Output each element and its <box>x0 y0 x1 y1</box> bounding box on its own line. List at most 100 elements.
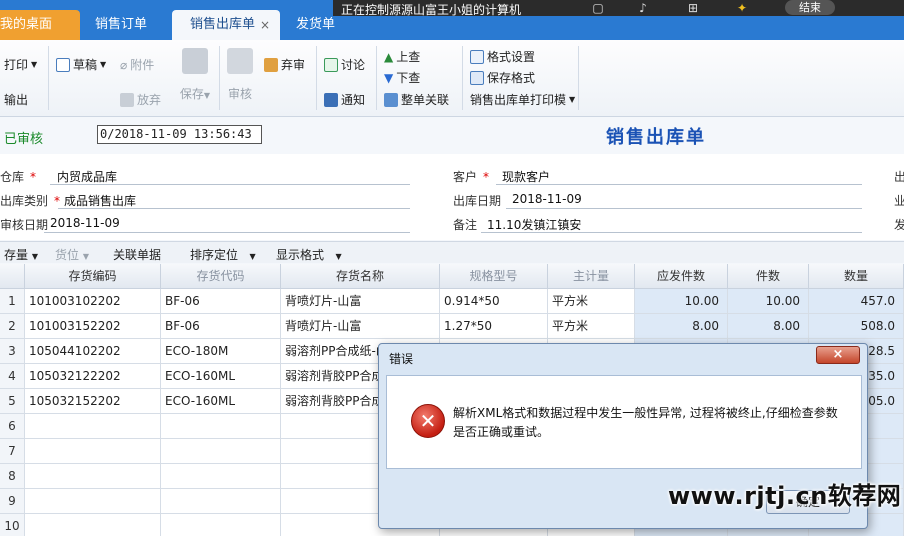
table-cell-alias[interactable] <box>161 414 281 439</box>
table-cell-due[interactable]: 10.00 <box>635 289 728 314</box>
table-header[interactable]: 主计量 <box>548 264 635 289</box>
audit-datetime-field[interactable]: 0/2018-11-09 13:56:43 <box>97 125 262 144</box>
draft-button[interactable]: 草稿 ▼ <box>56 56 106 73</box>
table-cell-no[interactable]: 9 <box>0 489 25 514</box>
remote-control-text: 正在控制源源山富王小姐的计算机 <box>341 3 522 17</box>
table-header[interactable]: 应发件数 <box>635 264 728 289</box>
dialog-close-button[interactable]: × <box>816 346 860 364</box>
dialog-title: 错误 <box>389 352 414 366</box>
unaudit-button[interactable]: 弃审 <box>264 56 305 73</box>
attachment-button[interactable]: ⌀ 附件 <box>120 56 154 73</box>
tab-sales-outbound[interactable]: 销售出库单 × <box>172 10 280 40</box>
customer-label: 客户 <box>453 170 478 184</box>
speaker-icon[interactable]: ♪ <box>635 0 651 16</box>
link-doc-button[interactable]: 关联单据 <box>113 246 161 263</box>
table-cell-pcs[interactable]: 10.00 <box>728 289 809 314</box>
form-header: 仓库 * 内贸成品库 出库类别 * 成品销售出库 审核日期 2018-11-09 客… <box>0 154 904 240</box>
warehouse-label: 仓库 <box>0 170 25 184</box>
link-all-button[interactable]: 整单关联 <box>384 91 449 108</box>
table-cell-alias[interactable]: ECO-180M <box>161 339 281 364</box>
tab-sales-order[interactable]: 销售订单 <box>95 10 165 40</box>
tab-close-icon[interactable]: × <box>260 10 270 40</box>
table-cell-alias[interactable] <box>161 464 281 489</box>
draft-icon <box>56 57 70 72</box>
table-cell-name[interactable]: 背喷灯片-山富 <box>281 289 440 314</box>
discuss-button[interactable]: 讨论 <box>324 56 365 73</box>
table-cell-code[interactable] <box>25 489 161 514</box>
table-header[interactable]: 数量 <box>809 264 904 289</box>
customer-field[interactable]: 现款客户 <box>502 168 550 185</box>
table-cell-qty[interactable]: 508.0 <box>809 314 904 339</box>
table-cell-alias[interactable]: ECO-160ML <box>161 389 281 414</box>
print-template-select[interactable]: 销售出库单打印模 ▼ <box>470 91 575 108</box>
table-cell-no[interactable]: 10 <box>0 514 25 536</box>
table-cell-alias[interactable] <box>161 489 281 514</box>
table-cell-no[interactable]: 2 <box>0 314 25 339</box>
next-query-button[interactable]: ▼ 下查 <box>384 69 420 86</box>
display-format-button[interactable]: 显示格式 ▼ <box>276 246 342 263</box>
table-cell-name[interactable]: 背喷灯片-山富 <box>281 314 440 339</box>
abandon-button[interactable]: 放弃 <box>120 91 161 108</box>
fullscreen-icon[interactable]: ▢ <box>590 0 606 16</box>
table-cell-code[interactable] <box>25 464 161 489</box>
notify-button[interactable]: 通知 <box>324 91 365 108</box>
table-cell-alias[interactable]: BF-06 <box>161 314 281 339</box>
table-cell-no[interactable]: 6 <box>0 414 25 439</box>
prev-query-button[interactable]: ▲ 上查 <box>384 48 420 65</box>
table-cell-code[interactable]: 105032152202 <box>25 389 161 414</box>
outdate-field[interactable]: 2018-11-09 <box>512 192 582 206</box>
table-cell-code[interactable]: 101003102202 <box>25 289 161 314</box>
table-cell-spec[interactable]: 0.914*50 <box>440 289 548 314</box>
table-cell-alias[interactable]: BF-06 <box>161 289 281 314</box>
export-button[interactable]: 输出 <box>4 91 28 108</box>
table-cell-no[interactable]: 4 <box>0 364 25 389</box>
table-cell-code[interactable]: 105044102202 <box>25 339 161 364</box>
table-header[interactable]: 件数 <box>728 264 809 289</box>
format-setting-button[interactable]: 格式设置 <box>470 48 535 65</box>
table-cell-code[interactable]: 105032122202 <box>25 364 161 389</box>
auditdate-field[interactable]: 2018-11-09 <box>50 216 120 230</box>
table-header[interactable]: 存货编码 <box>25 264 161 289</box>
add-icon[interactable]: ⊞ <box>685 0 701 16</box>
table-cell-alias[interactable] <box>161 439 281 464</box>
pin-icon[interactable]: ✦ <box>734 0 750 16</box>
table-cell-code[interactable]: 101003152202 <box>25 314 161 339</box>
table-cell-code[interactable] <box>25 439 161 464</box>
save-format-button[interactable]: 保存格式 <box>470 69 535 86</box>
warehouse-field[interactable]: 内贸成品库 <box>57 168 117 185</box>
location-button[interactable]: 货位 ▼ <box>55 246 89 263</box>
table-cell-spec[interactable]: 1.27*50 <box>440 314 548 339</box>
tab-desktop[interactable]: 我的桌面 <box>0 10 80 40</box>
table-cell-due[interactable]: 8.00 <box>635 314 728 339</box>
outtype-field[interactable]: 成品销售出库 <box>64 192 136 209</box>
table-header[interactable]: 规格型号 <box>440 264 548 289</box>
table-cell-no[interactable]: 5 <box>0 389 25 414</box>
print-button[interactable]: 打印 ▼ <box>4 56 37 73</box>
sort-locate-button[interactable]: 排序定位 ▼ <box>190 246 256 263</box>
table-cell-no[interactable]: 3 <box>0 339 25 364</box>
table-cell-code[interactable] <box>25 414 161 439</box>
tab-sales-outbound-label: 销售出库单 <box>190 17 256 32</box>
table-cell-alias[interactable]: ECO-160ML <box>161 364 281 389</box>
chat-icon <box>324 57 338 72</box>
table-cell-no[interactable]: 8 <box>0 464 25 489</box>
table-cell-no[interactable]: 1 <box>0 289 25 314</box>
table-cell-no[interactable]: 7 <box>0 439 25 464</box>
table-cell-code[interactable] <box>25 514 161 536</box>
edge-label: 出 <box>894 170 904 184</box>
table-cell-alias[interactable] <box>161 514 281 536</box>
save-button[interactable]: 保存▼ <box>178 48 212 102</box>
remark-field[interactable]: 11.10发镇江镇安 <box>487 216 581 233</box>
megaphone-icon <box>324 92 338 107</box>
table-cell-pcs[interactable]: 8.00 <box>728 314 809 339</box>
dropdown-icon: ▼ <box>31 60 38 69</box>
table-cell-qty[interactable]: 457.0 <box>809 289 904 314</box>
table-cell-unit[interactable]: 平方米 <box>548 314 635 339</box>
table-header[interactable]: 存货代码 <box>161 264 281 289</box>
end-control-button[interactable]: 结束 <box>785 0 835 15</box>
audit-button[interactable]: 审核 <box>225 48 255 102</box>
table-header[interactable]: 存货名称 <box>281 264 440 289</box>
stock-button[interactable]: 存量 ▼ <box>4 246 38 263</box>
table-cell-unit[interactable]: 平方米 <box>548 289 635 314</box>
paperclip-icon: ⌀ <box>120 57 128 72</box>
